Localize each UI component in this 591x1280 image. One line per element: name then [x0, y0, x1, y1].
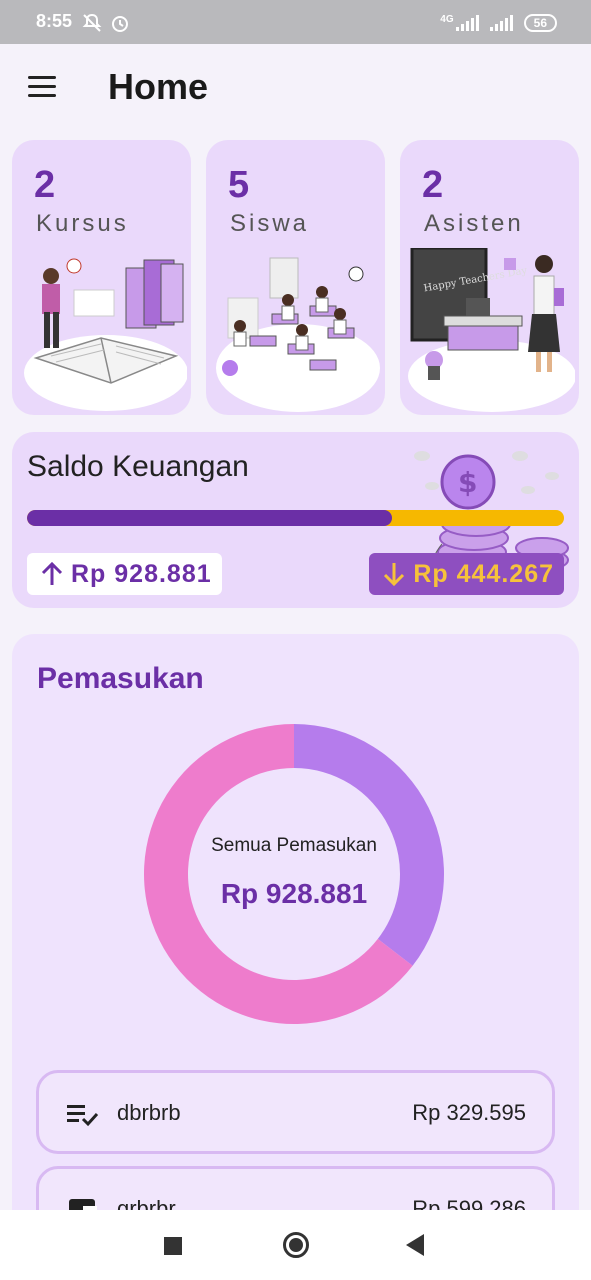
app-bar: Home	[0, 44, 591, 136]
status-time: 8:55	[36, 11, 73, 31]
item-name: dbrbrb	[117, 1100, 181, 1125]
stat-label: Asisten	[424, 210, 524, 237]
bell-off-icon	[82, 13, 102, 32]
stat-count: 2	[34, 164, 56, 206]
donut-center-label: Semua Pemasukan	[211, 835, 377, 856]
playlist-check-icon	[67, 1105, 99, 1127]
pemasukan-title: Pemasukan	[37, 662, 204, 695]
home-button[interactable]	[283, 1232, 309, 1258]
stat-card-kursus[interactable]: 2 Kursus	[12, 140, 191, 415]
system-nav-bar	[0, 1210, 591, 1280]
pemasukan-card: Pemasukan Semua Pemasukan Rp 928.881 dbr…	[12, 634, 579, 1234]
stat-card-asisten[interactable]: 2 Asisten Happy Teachers Day	[400, 140, 579, 415]
stat-card-siswa[interactable]: 5 Siswa	[206, 140, 385, 415]
arrow-down-icon	[384, 563, 405, 587]
recents-button[interactable]	[164, 1237, 182, 1255]
expense-badge: Rp 444.267	[369, 553, 564, 595]
classroom-illustration-icon	[216, 257, 380, 412]
back-button[interactable]	[406, 1234, 424, 1256]
stat-count: 5	[228, 164, 250, 206]
network-label: 4G	[440, 13, 454, 25]
pemasukan-donut-chart	[144, 724, 445, 1024]
status-bar: 8:55 4G 56	[0, 0, 591, 44]
signal-icon	[455, 15, 479, 31]
saldo-progress-bar	[27, 510, 564, 526]
stat-label: Kursus	[36, 210, 129, 237]
arrow-up-icon	[41, 561, 63, 585]
battery-indicator: 56	[523, 14, 557, 32]
svg-text:$: $	[458, 466, 477, 499]
income-badge: Rp 928.881	[27, 553, 222, 595]
item-amount: Rp 329.595	[412, 1100, 526, 1125]
page-title: Home	[108, 66, 209, 107]
status-icons	[82, 13, 130, 33]
saldo-card[interactable]: $ Saldo Keuangan Rp 928.881 Rp 444.267	[12, 432, 579, 608]
income-amount: Rp 928.881	[71, 559, 212, 588]
saldo-progress-fill	[27, 510, 393, 526]
donut-center-value: Rp 928.881	[220, 878, 368, 909]
expense-amount: Rp 444.267	[413, 559, 554, 588]
alarm-icon	[112, 16, 128, 32]
teacher-illustration-icon: Happy Teachers Day	[408, 248, 575, 412]
status-right: 4G 56	[440, 14, 557, 32]
menu-icon[interactable]	[28, 76, 56, 98]
stat-count: 2	[422, 164, 444, 206]
stat-label: Siswa	[230, 210, 310, 237]
saldo-title: Saldo Keuangan	[27, 450, 249, 483]
signal-icon-2	[489, 15, 513, 31]
list-item[interactable]: dbrbrb Rp 329.595	[36, 1070, 555, 1154]
books-illustration-icon	[24, 258, 187, 411]
